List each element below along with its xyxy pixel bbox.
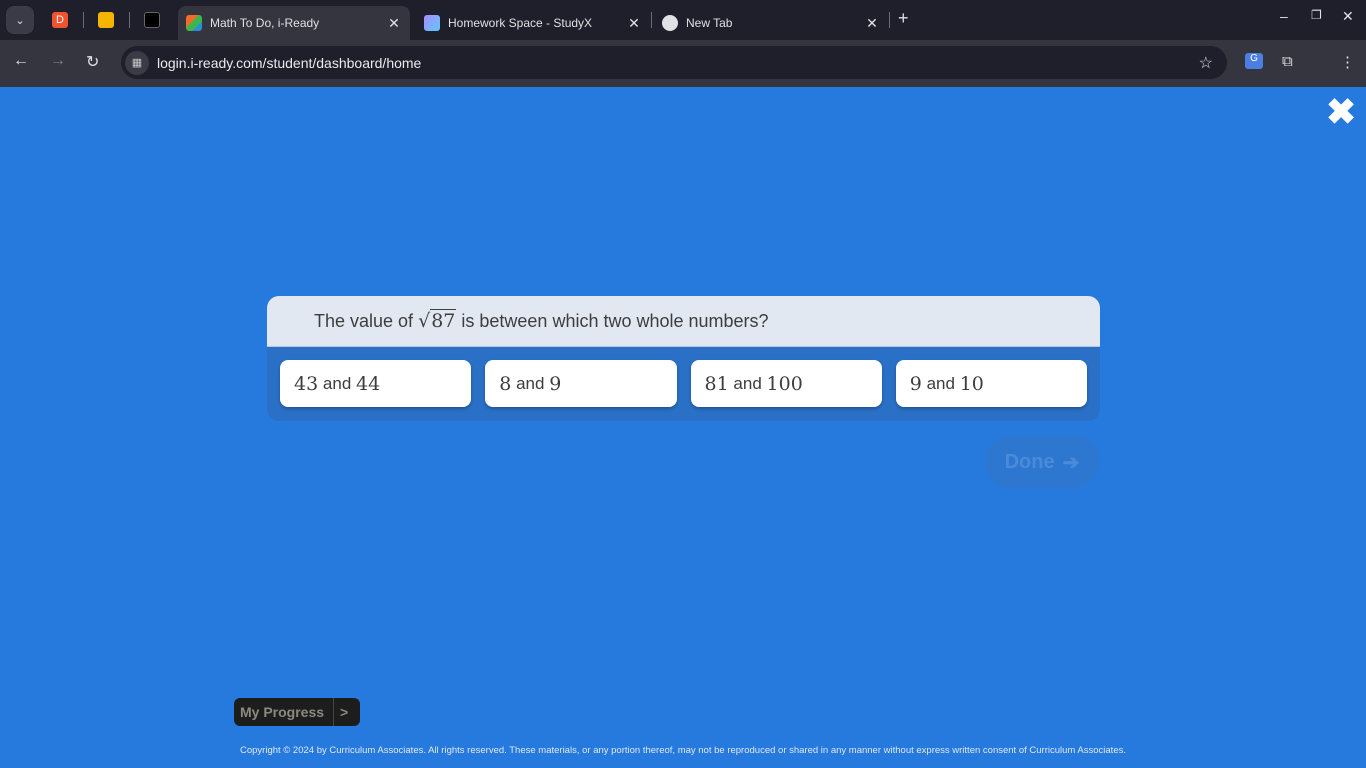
question-text: The value of √87 is between which two wh… xyxy=(267,296,1100,347)
pinned-tab-d[interactable]: D xyxy=(52,12,68,28)
site-info-icon[interactable]: ▦ xyxy=(125,50,149,75)
square-root-expression: √87 xyxy=(418,309,457,332)
tab-search-button[interactable]: ⌄ xyxy=(6,6,34,34)
reload-button[interactable]: ↻ xyxy=(86,52,99,72)
done-button[interactable]: Done ➔ xyxy=(985,435,1099,489)
tab-bar: ⌄ D Math To Do, i-Ready ✕ Homework Space… xyxy=(0,0,1366,40)
toolbar: ← → ↻ ▦ login.i-ready.com/student/dashbo… xyxy=(0,40,1366,87)
tab-separator xyxy=(889,12,890,28)
question-card: The value of √87 is between which two wh… xyxy=(267,296,1100,421)
tab-title: New Tab xyxy=(686,16,733,30)
studyx-gem-icon xyxy=(424,15,440,31)
menu-icon[interactable]: ⋮ xyxy=(1340,53,1355,71)
minimize-button[interactable]: – xyxy=(1280,8,1288,24)
arrow-right-icon: ➔ xyxy=(1062,451,1080,474)
tab-separator xyxy=(129,12,130,28)
chrome-icon xyxy=(662,15,678,31)
answer-choice-3[interactable]: 81 and 100 xyxy=(690,360,882,407)
my-progress-label: My Progress xyxy=(234,698,334,726)
iready-cube-icon xyxy=(186,15,202,31)
question-prefix: The value of xyxy=(314,310,414,331)
forward-button[interactable]: → xyxy=(50,52,66,70)
pinned-tab-openai[interactable] xyxy=(144,12,160,28)
google-translate-icon[interactable]: G xyxy=(1245,53,1263,69)
pinned-tab-slides[interactable] xyxy=(98,12,114,28)
tab-studyx[interactable]: Homework Space - StudyX ✕ xyxy=(416,6,650,40)
restore-button[interactable]: ❐ xyxy=(1311,8,1322,22)
close-tab-icon[interactable]: ✕ xyxy=(624,15,644,32)
question-suffix: is between which two whole numbers? xyxy=(461,310,769,331)
my-progress-button[interactable]: My Progress > xyxy=(234,698,360,726)
answer-choice-2[interactable]: 8 and 9 xyxy=(485,360,677,407)
tab-separator xyxy=(651,12,652,28)
chevron-right-icon: > xyxy=(340,704,349,720)
answer-choice-4[interactable]: 9 and 10 xyxy=(895,360,1087,407)
extensions-icon[interactable]: ⧉ xyxy=(1282,53,1293,70)
tab-title: Math To Do, i-Ready xyxy=(210,16,320,30)
address-bar[interactable]: ▦ login.i-ready.com/student/dashboard/ho… xyxy=(121,46,1227,79)
bookmark-star-icon[interactable]: ☆ xyxy=(1199,53,1213,73)
url-text[interactable]: login.i-ready.com/student/dashboard/home xyxy=(157,55,1199,71)
radicand: 87 xyxy=(430,309,457,332)
new-tab-button[interactable]: + xyxy=(898,8,909,29)
done-label: Done xyxy=(1004,450,1055,473)
back-button[interactable]: ← xyxy=(13,52,29,70)
tab-iready[interactable]: Math To Do, i-Ready ✕ xyxy=(178,6,410,40)
close-lesson-icon[interactable]: ✖ xyxy=(1326,94,1356,130)
close-tab-icon[interactable]: ✕ xyxy=(862,15,882,32)
tab-new-tab[interactable]: New Tab ✕ xyxy=(654,6,888,40)
copyright-text: Copyright © 2024 by Curriculum Associate… xyxy=(240,745,1126,756)
answer-choice-1[interactable]: 43 and 44 xyxy=(280,360,472,407)
close-window-button[interactable]: ✕ xyxy=(1342,8,1354,25)
tab-separator xyxy=(83,12,84,28)
close-tab-icon[interactable]: ✕ xyxy=(384,15,404,32)
answer-choices: 43 and 44 8 and 9 81 and 100 9 and 10 xyxy=(280,360,1087,407)
tab-title: Homework Space - StudyX xyxy=(448,16,593,30)
